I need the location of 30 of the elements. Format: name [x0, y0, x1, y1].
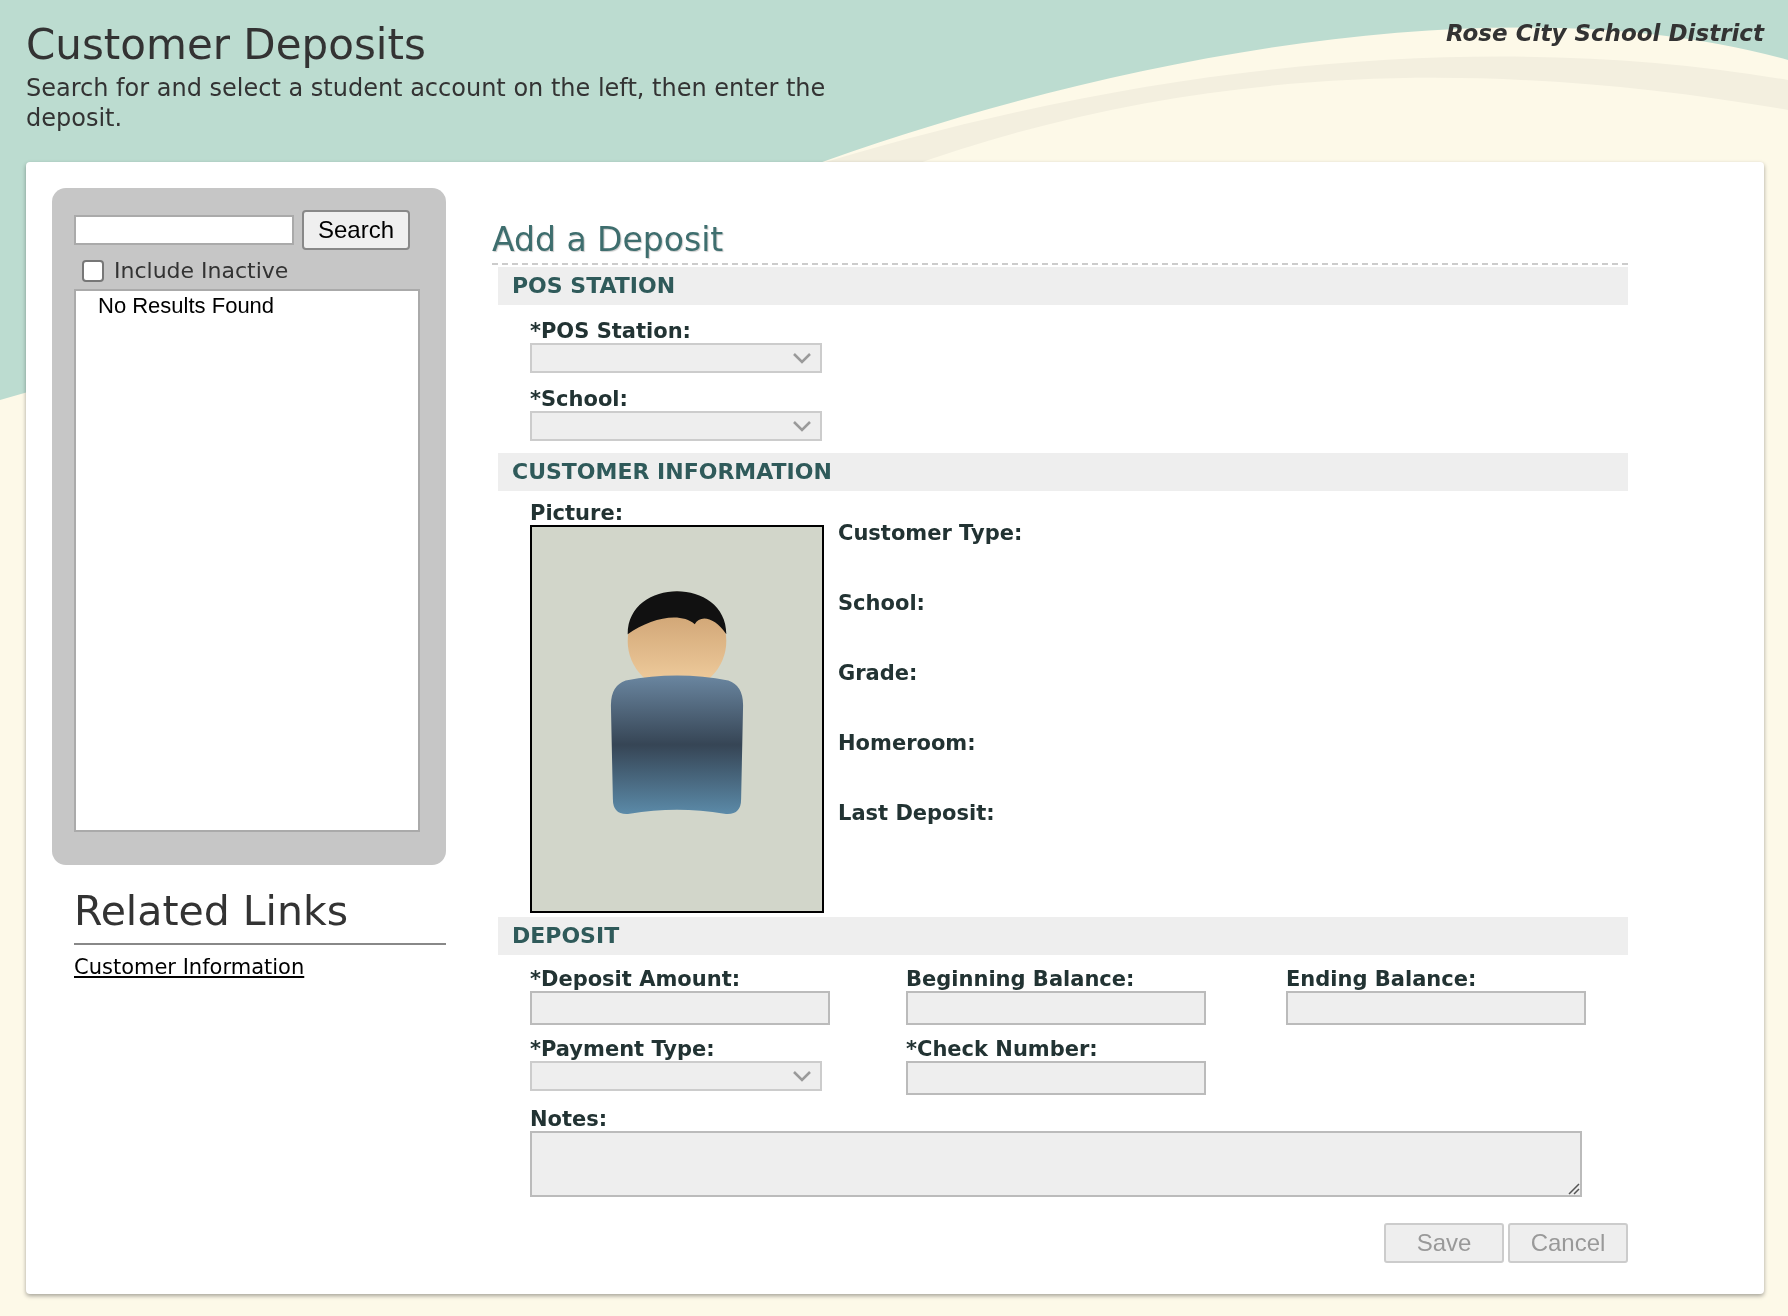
field-label: *POS Station: — [530, 319, 692, 343]
field-label: Homeroom: — [838, 731, 977, 755]
section-header: DEPOSIT — [498, 917, 1628, 955]
field-label: Notes: — [530, 1107, 609, 1131]
search-button[interactable]: Search — [302, 210, 411, 250]
chevron-down-icon — [792, 1070, 812, 1082]
field-label: Last Deposit: — [838, 801, 996, 825]
field-label: School: — [838, 591, 926, 615]
chevron-down-icon — [792, 420, 812, 432]
field-label: Picture: — [530, 501, 625, 525]
field-label: *Check Number: — [906, 1037, 1099, 1061]
field-label: *School: — [530, 387, 629, 411]
district-name: Rose City School District — [1446, 20, 1764, 48]
search-field[interactable] — [74, 215, 294, 245]
customer-information-link[interactable]: Customer Information — [74, 955, 305, 979]
field-label: *Payment Type: — [530, 1037, 716, 1061]
section-header: POS STATION — [498, 267, 1628, 305]
no-results-message: No Results Found — [98, 293, 275, 318]
related-links-heading: Related Links — [74, 887, 446, 945]
field-label: Ending Balance: — [1286, 967, 1478, 991]
page-title: Customer Deposits — [26, 20, 427, 69]
field-label: *Deposit Amount: — [530, 967, 742, 991]
section-header: CUSTOMER INFORMATION — [498, 453, 1628, 491]
field-label: Beginning Balance: — [906, 967, 1136, 991]
include-inactive-label: Include Inactive — [114, 258, 289, 283]
field-label: Grade: — [838, 661, 919, 685]
field-label: Customer Type: — [838, 521, 1023, 545]
page-description: Search for and select a student account on the left, then enter the deposit. — [26, 73, 827, 133]
form-title: Add a Deposit — [492, 220, 1628, 265]
chevron-down-icon — [792, 352, 812, 364]
